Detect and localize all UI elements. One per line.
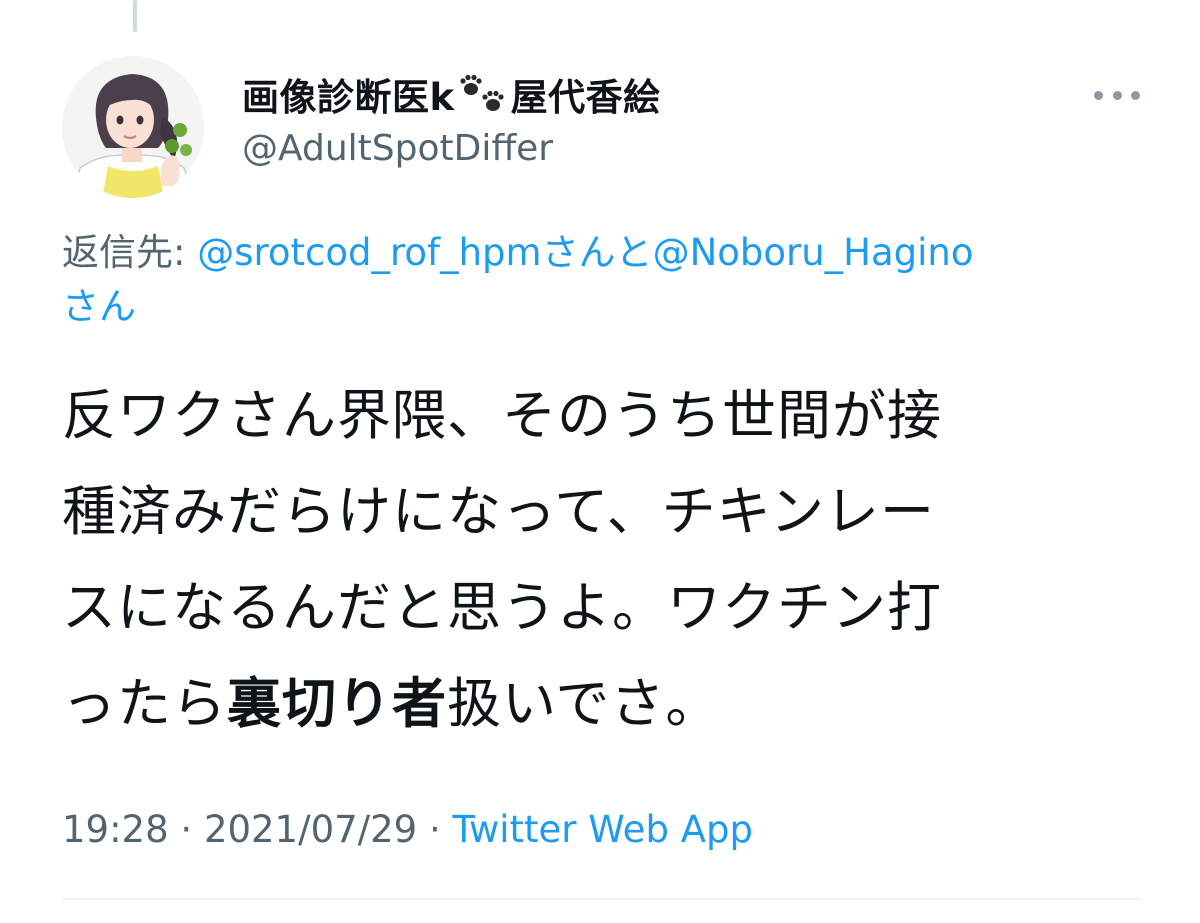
more-dot xyxy=(1112,90,1122,100)
more-dot xyxy=(1094,90,1103,100)
tweet-text-line-1: 反ワクさん界隈、そのうち世間が接 xyxy=(62,384,942,447)
more-horizontal-icon[interactable] xyxy=(1094,84,1140,106)
thread-connector-line xyxy=(133,0,137,32)
tweet-date[interactable]: 2021/07/29 xyxy=(204,808,417,851)
paw-prints-icon xyxy=(457,74,507,114)
tweet-metadata: 19:28 · 2021/07/29 · Twitter Web App xyxy=(62,808,753,851)
tweet-text-line-4-before: ったら xyxy=(62,672,227,735)
tweet-text-line-3: スになるんだと思うよ。ワクチン打 xyxy=(62,576,942,639)
mention-link-2[interactable]: @Noboru_Hagino xyxy=(653,231,974,274)
display-name-prefix: 画像診断医k xyxy=(242,76,455,119)
tweet-text-emphasis: 裏切り者 xyxy=(227,672,447,735)
avatar[interactable] xyxy=(62,56,204,198)
tweet-source-link[interactable]: Twitter Web App xyxy=(453,808,753,851)
mention-connector[interactable]: さんと xyxy=(542,231,653,274)
divider xyxy=(62,898,1142,900)
meta-separator: · xyxy=(168,808,204,851)
display-name[interactable]: 画像診断医k 屋代香絵 xyxy=(242,66,661,122)
mention-link-1[interactable]: @srotcod_rof_hpm xyxy=(197,231,541,274)
avatar-illustration xyxy=(62,56,204,198)
display-name-suffix: 屋代香絵 xyxy=(510,76,661,119)
more-dot xyxy=(1131,90,1140,100)
tweet-text-line-4-after: 扱いでさ。 xyxy=(447,672,721,735)
user-handle[interactable]: @AdultSpotDiffer xyxy=(242,128,553,169)
tweet-text-line-2: 種済みだらけになって、チキンレー xyxy=(62,480,935,543)
tweet-text-line-4: ったら裏切り者扱いでさ。 xyxy=(62,656,1142,752)
reply-context: 返信先: @srotcod_rof_hpmさんと@Noboru_Hagino さん xyxy=(62,226,1132,334)
tweet-time[interactable]: 19:28 xyxy=(62,808,169,851)
reply-label: 返信先: xyxy=(62,231,198,274)
mention-suffix[interactable]: さん xyxy=(62,285,136,328)
meta-separator: · xyxy=(417,808,453,851)
tweet-body: 反ワクさん界隈、そのうち世間が接 種済みだらけになって、チキンレー スになるんだ… xyxy=(62,368,1142,752)
